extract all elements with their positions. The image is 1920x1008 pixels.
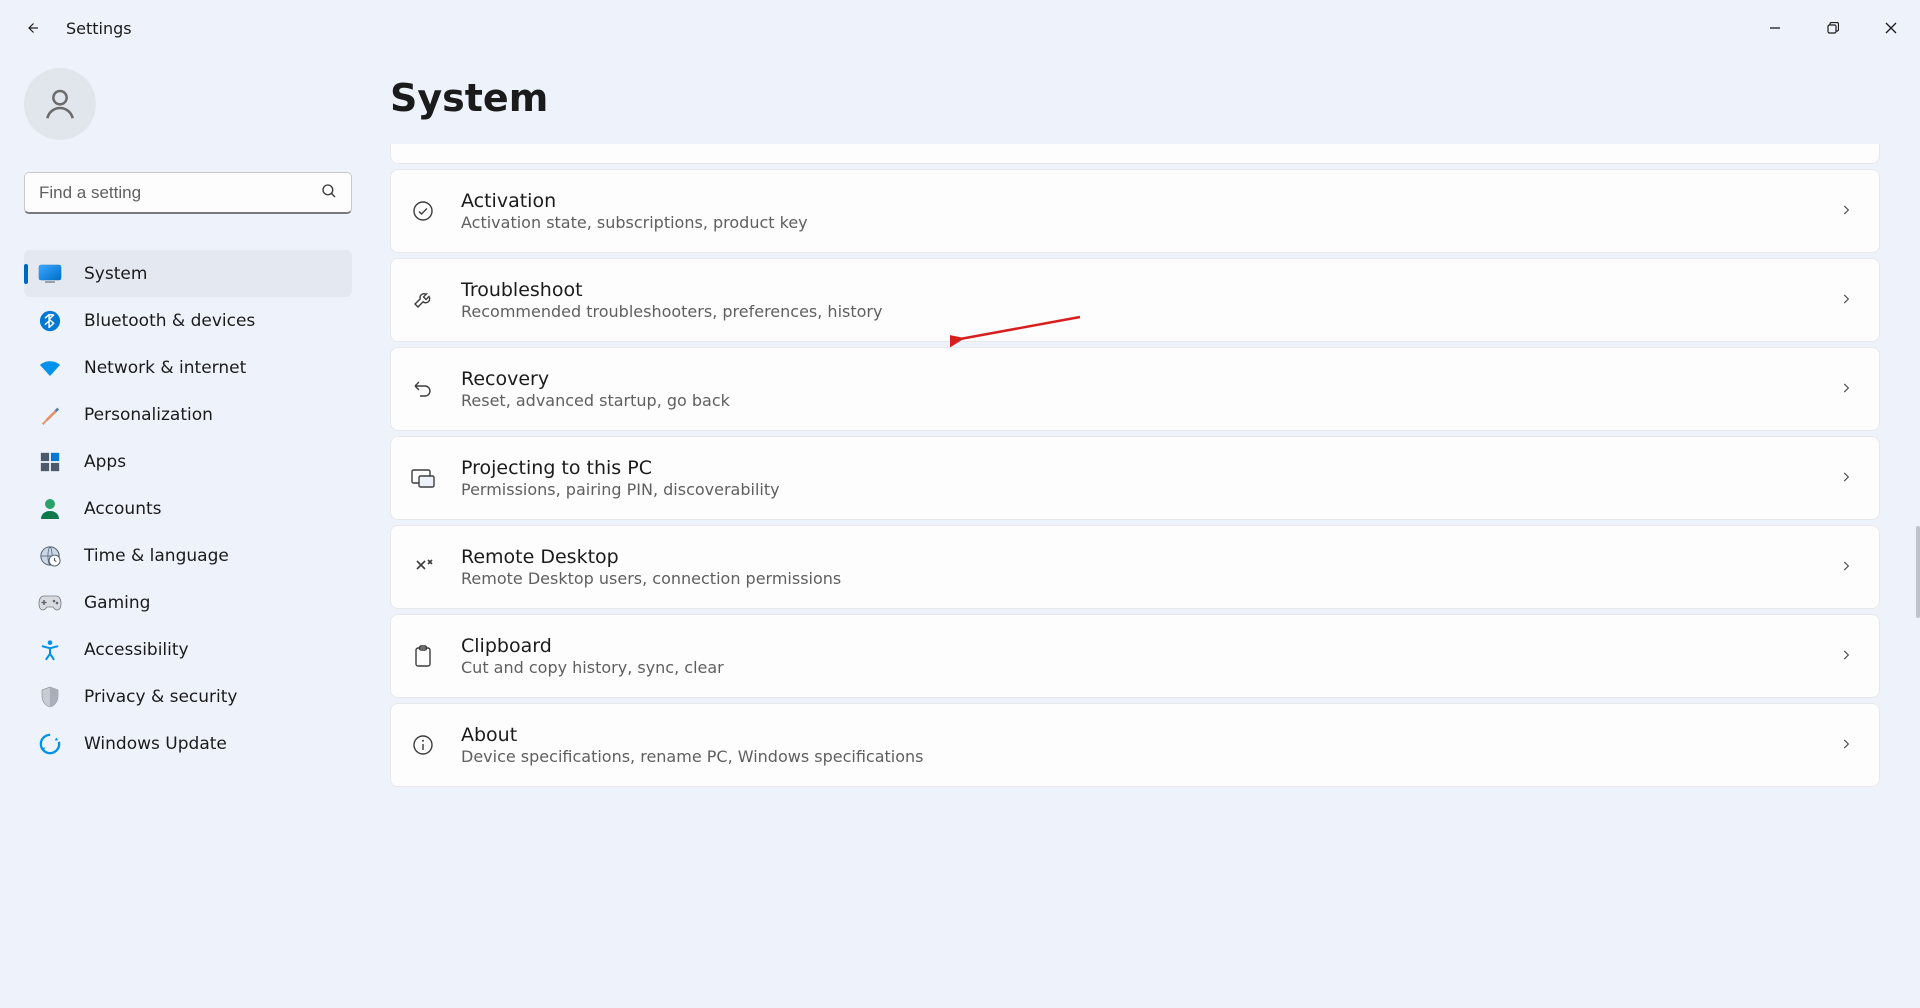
apps-icon <box>38 450 62 474</box>
shield-icon <box>38 685 62 709</box>
titlebar: Settings <box>0 0 1920 56</box>
row-title: Activation <box>461 190 1815 212</box>
row-title: Remote Desktop <box>461 546 1815 568</box>
accounts-icon <box>38 497 62 521</box>
sidebar-item-label: Bluetooth & devices <box>84 311 255 331</box>
row-sub: Recommended troubleshooters, preferences… <box>461 302 1815 321</box>
paintbrush-icon <box>38 403 62 427</box>
row-clipboard[interactable]: Clipboard Cut and copy history, sync, cl… <box>390 614 1880 698</box>
row-sub: Device specifications, rename PC, Window… <box>461 747 1815 766</box>
sidebar-item-personalization[interactable]: Personalization <box>24 391 352 438</box>
row-title: Troubleshoot <box>461 279 1815 301</box>
row-title: Clipboard <box>461 635 1815 657</box>
app-title: Settings <box>66 19 132 38</box>
sidebar-item-label: Accessibility <box>84 640 189 660</box>
sidebar-item-label: Windows Update <box>84 734 227 754</box>
scrollbar-thumb[interactable] <box>1916 526 1920 618</box>
gamepad-icon <box>38 591 62 615</box>
accessibility-icon <box>38 638 62 662</box>
sidebar-item-label: System <box>84 264 147 284</box>
row-recovery[interactable]: Recovery Reset, advanced startup, go bac… <box>390 347 1880 431</box>
sidebar-item-gaming[interactable]: Gaming <box>24 579 352 626</box>
sidebar-item-privacy[interactable]: Privacy & security <box>24 673 352 720</box>
remote-desktop-icon <box>409 555 437 579</box>
row-sub: Activation state, subscriptions, product… <box>461 213 1815 232</box>
chevron-right-icon <box>1839 647 1853 666</box>
chevron-right-icon <box>1839 380 1853 399</box>
maximize-button[interactable] <box>1804 8 1862 48</box>
recovery-icon <box>409 377 437 401</box>
sidebar: System Bluetooth & devices Network & int… <box>0 56 370 1008</box>
search-icon <box>320 182 338 204</box>
avatar[interactable] <box>24 68 96 140</box>
sidebar-item-label: Time & language <box>84 546 229 566</box>
wrench-icon <box>409 288 437 312</box>
sidebar-item-bluetooth[interactable]: Bluetooth & devices <box>24 297 352 344</box>
clipboard-icon <box>409 644 437 668</box>
chevron-right-icon <box>1839 558 1853 577</box>
sidebar-item-network[interactable]: Network & internet <box>24 344 352 391</box>
main-content: System Activation Activation state, subs… <box>370 56 1920 1008</box>
nav: System Bluetooth & devices Network & int… <box>24 250 352 767</box>
chevron-right-icon <box>1839 469 1853 488</box>
sidebar-item-apps[interactable]: Apps <box>24 438 352 485</box>
row-about[interactable]: About Device specifications, rename PC, … <box>390 703 1880 787</box>
sidebar-item-label: Personalization <box>84 405 213 425</box>
globe-clock-icon <box>38 544 62 568</box>
row-remote-desktop[interactable]: Remote Desktop Remote Desktop users, con… <box>390 525 1880 609</box>
row-sub: Remote Desktop users, connection permiss… <box>461 569 1815 588</box>
partial-row <box>390 144 1880 164</box>
row-title: Projecting to this PC <box>461 457 1815 479</box>
sidebar-item-time-language[interactable]: Time & language <box>24 532 352 579</box>
sidebar-item-windows-update[interactable]: Windows Update <box>24 720 352 767</box>
wifi-icon <box>38 356 62 380</box>
info-icon <box>409 733 437 757</box>
minimize-button[interactable] <box>1746 8 1804 48</box>
row-title: Recovery <box>461 368 1815 390</box>
update-icon <box>38 732 62 756</box>
system-icon <box>38 262 62 286</box>
sidebar-item-system[interactable]: System <box>24 250 352 297</box>
sidebar-item-label: Gaming <box>84 593 150 613</box>
close-button[interactable] <box>1862 8 1920 48</box>
sidebar-item-label: Accounts <box>84 499 162 519</box>
row-activation[interactable]: Activation Activation state, subscriptio… <box>390 169 1880 253</box>
sidebar-item-accounts[interactable]: Accounts <box>24 485 352 532</box>
sidebar-item-accessibility[interactable]: Accessibility <box>24 626 352 673</box>
sidebar-item-label: Privacy & security <box>84 687 238 707</box>
row-projecting[interactable]: Projecting to this PC Permissions, pairi… <box>390 436 1880 520</box>
sidebar-item-label: Apps <box>84 452 126 472</box>
row-title: About <box>461 724 1815 746</box>
check-circle-icon <box>409 199 437 223</box>
project-icon <box>409 467 437 489</box>
window-controls <box>1746 8 1920 48</box>
bluetooth-icon <box>38 309 62 333</box>
chevron-right-icon <box>1839 202 1853 221</box>
row-sub: Cut and copy history, sync, clear <box>461 658 1815 677</box>
search-box <box>24 172 352 214</box>
row-sub: Permissions, pairing PIN, discoverabilit… <box>461 480 1815 499</box>
page-title: System <box>390 76 1880 120</box>
chevron-right-icon <box>1839 291 1853 310</box>
row-sub: Reset, advanced startup, go back <box>461 391 1815 410</box>
back-button[interactable] <box>22 18 42 38</box>
sidebar-item-label: Network & internet <box>84 358 246 378</box>
row-troubleshoot[interactable]: Troubleshoot Recommended troubleshooters… <box>390 258 1880 342</box>
chevron-right-icon <box>1839 736 1853 755</box>
search-input[interactable] <box>24 172 352 214</box>
